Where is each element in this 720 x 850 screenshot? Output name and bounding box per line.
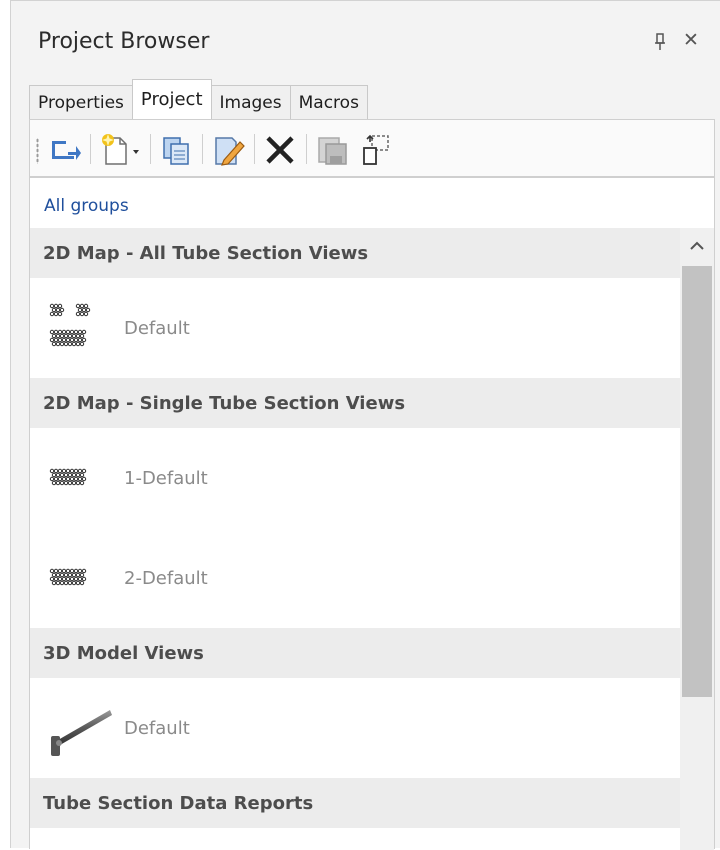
all-tube-sections-thumb — [46, 298, 120, 358]
item-label: Default — [124, 717, 190, 739]
vertical-scrollbar[interactable] — [680, 228, 714, 850]
item-label: 1-Default — [124, 467, 208, 489]
tab-macros[interactable]: Macros — [289, 85, 368, 119]
single-tube-section-thumb — [46, 448, 120, 508]
pin-icon[interactable] — [653, 33, 667, 51]
project-content: All groups 2D Map - All Tube Section Vie… — [29, 177, 715, 850]
breadcrumb-all-groups[interactable]: All groups — [44, 196, 129, 216]
tube-grid-icon — [49, 303, 91, 347]
tab-project[interactable]: Project — [131, 79, 212, 119]
delete-icon[interactable] — [262, 132, 298, 168]
tab-label: Images — [219, 92, 282, 113]
toolbar-separator — [254, 134, 255, 164]
save-icon[interactable] — [314, 132, 350, 168]
project-browser-panel: Project Browser ✕ Properties Project Ima… — [10, 0, 720, 850]
group-header[interactable]: 2D Map - All Tube Section Views — [30, 228, 680, 278]
list-item[interactable]: 1-Default — [30, 428, 680, 528]
import-view-icon[interactable] — [48, 132, 84, 168]
edit-icon[interactable] — [210, 132, 246, 168]
3d-tube-icon — [51, 710, 112, 756]
toolbar-separator — [90, 134, 91, 164]
item-label: Default — [124, 317, 190, 339]
toolbar-separator — [150, 134, 151, 164]
tube-row-icon — [49, 568, 87, 586]
tab-label: Macros — [298, 92, 359, 113]
toolbar — [29, 119, 715, 177]
chevron-up-icon[interactable] — [680, 228, 714, 264]
3d-tube-model-thumb — [46, 698, 120, 758]
single-tube-section-thumb — [46, 548, 120, 608]
toolbar-grip[interactable] — [36, 138, 39, 164]
new-view-icon[interactable] — [98, 132, 144, 168]
copy-icon[interactable] — [158, 132, 194, 168]
group-header[interactable]: Tube Section Data Reports — [30, 778, 680, 828]
tab-bar: Properties Project Images Macros — [29, 79, 368, 119]
tab-images[interactable]: Images — [210, 85, 291, 119]
panel-titlebar: Project Browser ✕ — [11, 1, 720, 81]
item-label: 2-Default — [124, 567, 208, 589]
toolbar-separator — [306, 134, 307, 164]
tab-label: Properties — [38, 92, 124, 113]
rename-icon[interactable] — [356, 132, 392, 168]
tab-label: Project — [140, 89, 203, 110]
list-item[interactable]: Default — [30, 678, 680, 778]
panel-title: Project Browser — [38, 29, 210, 54]
list-item[interactable]: 2-Default — [30, 528, 680, 628]
group-header[interactable]: 2D Map - Single Tube Section Views — [30, 378, 680, 428]
list-item[interactable]: Default — [30, 278, 680, 378]
group-header[interactable]: 3D Model Views — [30, 628, 680, 678]
scrollbar-thumb[interactable] — [682, 266, 712, 697]
tube-row-icon — [49, 468, 87, 486]
view-list: 2D Map - All Tube Section Views Default … — [30, 228, 680, 828]
tab-properties[interactable]: Properties — [29, 85, 133, 119]
close-icon[interactable]: ✕ — [683, 31, 699, 50]
toolbar-separator — [202, 134, 203, 164]
